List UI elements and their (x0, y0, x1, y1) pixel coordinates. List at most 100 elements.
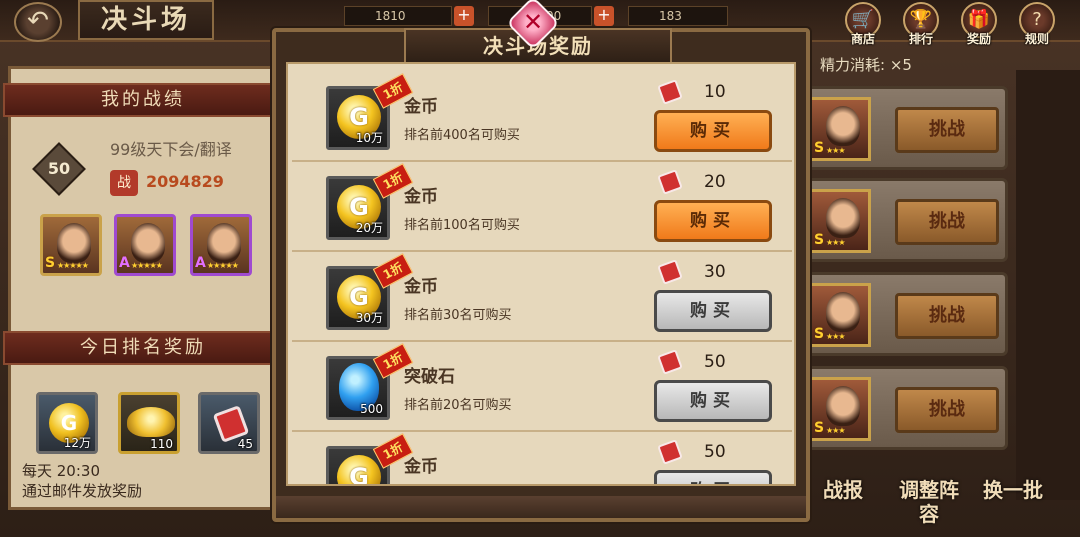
opponent-portrait[interactable]: S ★★★ (809, 97, 871, 161)
opponent-grade: S (814, 232, 825, 248)
page-title: 决斗场 (78, 0, 214, 40)
opponent-portrait[interactable]: S ★★★ (809, 189, 871, 253)
item-name: 突破石 (404, 367, 455, 387)
opponent-grade: S (814, 140, 825, 156)
opponent-grade: S (814, 326, 825, 342)
item-requirement: 排名前30名可购买 (404, 308, 512, 323)
shop-label: 商店 (850, 32, 875, 46)
right-decoration (1016, 70, 1080, 500)
hero-grade: S (45, 255, 56, 271)
buy-button-disabled[interactable]: 购买 (654, 290, 772, 332)
opponent-row: S ★★★ 挑战 (800, 272, 1008, 356)
opponent-row: S ★★★ 挑战 (800, 366, 1008, 450)
item-qty: 20万 (355, 221, 383, 235)
player-level: 50 (47, 159, 71, 178)
adjust-lineup-button[interactable]: 调整阵容 (894, 478, 964, 534)
refresh-opponents-button[interactable]: 换一批 (978, 478, 1048, 534)
challenge-button[interactable]: 挑战 (895, 199, 999, 245)
player-name: 99级天下会/翻译 (110, 140, 232, 159)
add-energy-button[interactable]: + (594, 6, 614, 26)
item-requirement: 排名前20名可购买 (404, 398, 512, 413)
hero-grade: A (195, 255, 206, 271)
hero-portrait (131, 223, 165, 263)
opponent-stars: ★★★ (826, 146, 845, 155)
reward-qty: 12万 (63, 436, 91, 450)
opponent-row: S ★★★ 挑战 (800, 178, 1008, 262)
opponent-grade: S (814, 420, 825, 436)
duel-ticket-icon (657, 259, 683, 285)
battle-power-icon: 战 (110, 170, 138, 196)
opponent-row: S ★★★ 挑战 (800, 86, 1008, 170)
hero-card[interactable]: A ★★★★★ (114, 214, 176, 276)
back-arrow-icon: ↶ (27, 6, 49, 36)
hero-card[interactable]: A ★★★★★ (190, 214, 252, 276)
rank-label: 排行 (908, 32, 933, 46)
challenge-button[interactable]: 挑战 (895, 387, 999, 433)
rules-button[interactable]: ? 规则 (1014, 2, 1060, 46)
energy-cost-label: 精力消耗: ×5 (820, 56, 912, 74)
item-price: 10 (704, 82, 726, 102)
reward-qty: 45 (237, 437, 253, 451)
item-qty: 500 (360, 402, 383, 416)
gold-ingot-icon (127, 407, 175, 437)
item-requirement: 排名前100名可购买 (404, 218, 520, 233)
opponent-face (826, 386, 860, 426)
buy-button[interactable]: 购买 (654, 200, 772, 242)
challenge-button[interactable]: 挑战 (895, 293, 999, 339)
hero-stars: ★★★★★ (207, 261, 239, 270)
opponent-stars: ★★★ (826, 238, 845, 247)
shop-item-row: G 10万 1折 金币 排名前400名可购买 10 购买 (292, 72, 792, 162)
back-button[interactable]: ↶ (14, 2, 62, 42)
item-price: 20 (704, 172, 726, 192)
rules-label: 规则 (1024, 32, 1049, 46)
item-name: 金币 (404, 457, 438, 477)
item-price: 50 (704, 352, 726, 372)
item-name: 金币 (404, 187, 438, 207)
daily-rank-reward-header: 今日排名奖励 (3, 331, 283, 365)
rank-button[interactable]: 🏆 排行 (898, 2, 944, 46)
hero-portrait (207, 223, 241, 263)
opponent-stars: ★★★ (826, 332, 845, 341)
item-qty: 30万 (355, 311, 383, 325)
hero-card[interactable]: S ★★★★★ (40, 214, 102, 276)
duel-ticket-icon (657, 439, 683, 465)
daily-reward-gold[interactable]: G 12万 (36, 392, 98, 454)
buy-button-disabled[interactable]: 购买 (654, 380, 772, 422)
daily-reward-ticket[interactable]: 45 (198, 392, 260, 454)
daily-reward-time: 每天 20:30 (22, 462, 100, 480)
battle-report-button[interactable]: 战报 (808, 478, 878, 534)
ticket-display: 183 (628, 6, 728, 26)
shop-item-row: G 30万 1折 金币 排名前30名可购买 30 购买 (292, 252, 792, 342)
reward-shop-modal: 决斗场奖励 G 10万 1折 金币 排名前400名可购买 10 购买 G 20万… (272, 28, 810, 522)
daily-reward-ingot[interactable]: 110 (118, 392, 180, 454)
battle-power-value: 2094829 (146, 172, 224, 191)
reward-label: 奖励 (966, 32, 991, 46)
close-icon[interactable]: ✕ (514, 4, 552, 42)
item-qty: 10万 (355, 131, 383, 145)
reward-qty: 110 (150, 437, 173, 451)
reward-button[interactable]: 🎁 奖励 (956, 2, 1002, 46)
hero-grade: A (119, 255, 130, 271)
opponent-portrait[interactable]: S ★★★ (809, 377, 871, 441)
shop-button[interactable]: 🛒 商店 (840, 2, 886, 46)
item-name: 金币 (404, 97, 438, 117)
hero-stars: ★★★★★ (131, 261, 163, 270)
opponent-portrait[interactable]: S ★★★ (809, 283, 871, 347)
shop-item-row: G 20万 1折 金币 排名前100名可购买 20 购买 (292, 162, 792, 252)
hero-portrait (57, 223, 91, 263)
shop-item-row: 500 1折 突破石 排名前20名可购买 50 购买 (292, 342, 792, 432)
item-requirement: 排名前400名可购买 (404, 128, 520, 143)
opponent-face (826, 198, 860, 238)
challenge-button[interactable]: 挑战 (895, 107, 999, 153)
my-record-header: 我的战绩 (3, 83, 283, 117)
item-price: 50 (704, 442, 726, 462)
duel-ticket-icon (657, 349, 683, 375)
buy-button-disabled[interactable]: 购买 (654, 470, 772, 484)
buy-button[interactable]: 购买 (654, 110, 772, 152)
reward-shop-list[interactable]: G 10万 1折 金币 排名前400名可购买 10 购买 G 20万 1折 金币… (286, 62, 796, 486)
resource-display: 1810 (344, 6, 452, 26)
hero-stars: ★★★★★ (57, 261, 89, 270)
modal-footer (276, 496, 806, 518)
duel-ticket-icon (657, 79, 683, 105)
add-resource-button[interactable]: + (454, 6, 474, 26)
